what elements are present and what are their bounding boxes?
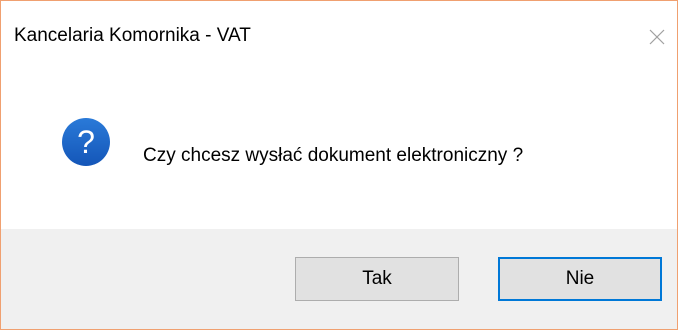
close-icon: [649, 29, 665, 45]
dialog-message: Czy chcesz wysłać dokument elektroniczny…: [143, 145, 524, 166]
message-dialog: Kancelaria Komornika - VAT ? Czy chcesz …: [0, 0, 678, 330]
title-bar: Kancelaria Komornika - VAT: [1, 1, 677, 77]
no-button[interactable]: Nie: [498, 257, 662, 301]
question-icon: ?: [62, 118, 110, 166]
yes-button[interactable]: Tak: [295, 257, 459, 301]
close-button[interactable]: [637, 17, 677, 57]
dialog-title: Kancelaria Komornika - VAT: [14, 25, 251, 46]
svg-text:?: ?: [77, 124, 95, 160]
dialog-content: ? Czy chcesz wysłać dokument elektronicz…: [1, 77, 677, 229]
button-bar: Tak Nie: [1, 229, 677, 329]
